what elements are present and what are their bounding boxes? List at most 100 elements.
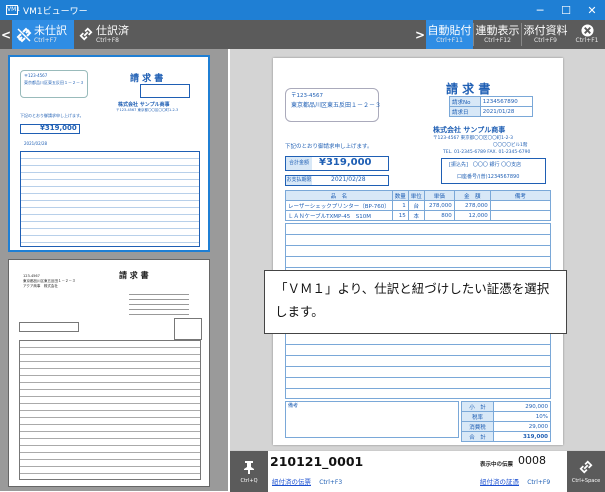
link-icon — [579, 460, 593, 473]
thumb-no-box — [140, 84, 190, 98]
title-bar: VM1 VM1ビューワー ─ ☐ ✕ — [0, 0, 605, 20]
item-remarks — [489, 200, 552, 211]
sender-tel: TEL. 01-2345-6789 FAX. 01-2345-6790 — [443, 150, 531, 155]
invoice-message: 下記のとおり御請求申し上げます。 — [285, 144, 373, 150]
minimize-button[interactable]: ─ — [527, 0, 553, 20]
auto-attach-label: 自動貼付 — [427, 23, 472, 37]
linked-view-shortcut: Ctrl+F12 — [484, 36, 511, 44]
due-date-value: 2021/02/28 — [331, 176, 366, 183]
thumb-postal: 〒123-4567 — [24, 73, 48, 78]
document-id: 210121_0001 — [270, 454, 364, 469]
recipient-address: 東京都品川区東五反田１－２－３ — [291, 102, 382, 109]
subtotal-value: 290,000 — [493, 401, 551, 412]
attachments-button[interactable]: 添付資料 Ctrl+F9 — [522, 20, 569, 49]
item-unit: 台 — [407, 200, 425, 211]
preview-pane: 〒123-4567 東京都品川区東五反田１－２－３ 請 求 書 請求No 123… — [230, 49, 605, 450]
thumb2-postal: 123-4567 — [23, 274, 40, 278]
current-voucher-value: 0008 — [518, 454, 546, 467]
attachments-label: 添付資料 — [523, 23, 568, 37]
journaled-button[interactable]: 仕訳済 Ctrl+F8 — [74, 20, 136, 49]
item-name: レーザーシェックプリンター（BP-760） — [285, 200, 393, 211]
taxrate-label: 税率 — [461, 411, 494, 422]
thumb2-total-box — [19, 322, 79, 332]
thumb-address: 東京都品川区東五反田１－２－３ — [24, 80, 84, 85]
item-name: ＬＡＮケーブルTXMP-45 S10M — [285, 210, 393, 221]
subtotal-label: 小 計 — [461, 401, 494, 412]
grand-total-label: 合 計 — [461, 431, 494, 442]
item-qty: 1 — [391, 200, 409, 211]
toolbar: < 未仕訳 Ctrl+F7 仕訳済 Ctrl+F8 > 自動貼付 Ctrl+F1… — [0, 20, 605, 49]
linked-voucher-link[interactable]: 紐付済の伝票 Ctrl+F3 — [272, 476, 342, 487]
thumbnail-pane: 〒123-4567 東京都品川区東五反田１－２－３ 請 求 書 株式会社 サンプ… — [0, 49, 228, 491]
total-amount-value: ¥319,000 — [319, 157, 372, 168]
header-remarks: 備考 — [489, 190, 552, 201]
item-amount: 278,000 — [453, 200, 491, 211]
unjournaled-button[interactable]: 未仕訳 Ctrl+F7 — [12, 20, 74, 49]
thumb-items-table — [20, 151, 200, 247]
linked-view-button[interactable]: 連動表示 Ctrl+F12 — [474, 20, 521, 49]
postal-code: 〒123-4567 — [291, 93, 323, 99]
pin-shortcut: Ctrl+Q — [240, 477, 258, 484]
unlink-icon — [16, 27, 32, 43]
journaled-shortcut: Ctrl+F8 — [96, 36, 119, 44]
item-price: 800 — [423, 210, 455, 221]
linked-document-link[interactable]: 紐付済の証憑 Ctrl+F9 — [480, 476, 550, 487]
next-button[interactable]: > — [414, 20, 426, 49]
sender-address: 〒123-4567 東京都〇〇区〇〇町1-2-3 — [433, 136, 513, 141]
thumb2-items-table — [19, 340, 201, 480]
prev-button[interactable]: < — [0, 20, 12, 49]
total-amount-label: 合計金額 — [286, 157, 312, 170]
thumbnail-invoice-1[interactable]: 〒123-4567 東京都品川区東五反田１－２－３ 請 求 書 株式会社 サンプ… — [8, 55, 210, 252]
invoice-no-label: 請求No — [449, 96, 481, 107]
linked-document-label[interactable]: 紐付済の証憑 — [480, 478, 519, 486]
auto-attach-shortcut: Ctrl+F11 — [436, 36, 463, 44]
header-item: 品 名 — [285, 190, 393, 201]
pin-button[interactable]: Ctrl+Q — [230, 451, 268, 492]
header-price: 単価 — [423, 190, 455, 201]
invoice-title: 請 求 書 — [446, 82, 491, 96]
thumb-due: 2021/02/28 — [24, 141, 48, 146]
attachments-shortcut: Ctrl+F9 — [534, 36, 557, 44]
taxrate-value: 10% — [493, 411, 551, 422]
invoice-date-label: 請求日 — [449, 106, 481, 117]
link-button[interactable]: Ctrl+Space — [567, 451, 605, 492]
taxrate-row: 税率 10% — [461, 411, 551, 422]
invoice-no-row: 請求No 1234567890 — [449, 96, 534, 107]
invoice-date-row: 請求日 2021/01/28 — [449, 106, 534, 117]
grand-total-row: 合 計 319,000 — [461, 431, 551, 442]
maximize-button[interactable]: ☐ — [553, 0, 579, 20]
item-remarks — [489, 210, 552, 221]
window-close-button[interactable]: ✕ — [579, 0, 605, 20]
tax-row: 消費税 29,000 — [461, 421, 551, 432]
close-circle-icon — [580, 24, 594, 37]
pin-icon — [244, 460, 254, 474]
close-viewer-button[interactable]: Ctrl+F1 — [569, 20, 605, 49]
invoice-document[interactable]: 〒123-4567 東京都品川区東五反田１－２－３ 請 求 書 請求No 123… — [273, 58, 563, 445]
due-date-label: お支払期限 — [286, 176, 312, 185]
sender-building: 〇〇〇〇ビル1階 — [493, 143, 528, 148]
journaled-label: 仕訳済 — [96, 23, 129, 37]
remarks-box — [285, 401, 459, 438]
item-amount: 12,000 — [453, 210, 491, 221]
sender-company: 株式会社 サンプル商事 — [433, 126, 506, 134]
thumb-title: 請 求 書 — [130, 74, 164, 84]
link-shortcut: Ctrl+Space — [571, 477, 601, 484]
thumbnail-invoice-2[interactable]: 請 求 書 123-4567 東京都品川区東五反田１－２－３ アクア商事 株式会… — [8, 259, 210, 487]
instruction-callout: 「ＶＭ１」より、仕訳と紐づけしたい証憑を選択します。 — [264, 270, 567, 334]
item-price: 278,000 — [423, 200, 455, 211]
table-row: レーザーシェックプリンター（BP-760） 1 台 278,000 278,00… — [285, 200, 552, 211]
thumb2-company: アクア商事 株式会社 — [23, 284, 58, 288]
auto-attach-button[interactable]: 自動貼付 Ctrl+F11 — [426, 20, 473, 49]
summary-table: 小 計 290,000 税率 10% 消費税 29,000 合 計 319,00… — [461, 401, 551, 442]
linked-view-label: 連動表示 — [475, 23, 520, 37]
app-icon: VM1 — [6, 5, 21, 15]
items-header-row: 品 名 数量 単位 単価 金 額 備考 — [285, 190, 552, 201]
item-qty: 15 — [391, 210, 409, 221]
thumb-company: 株式会社 サンプル商事 — [118, 102, 170, 108]
linked-voucher-label[interactable]: 紐付済の伝票 — [272, 478, 311, 486]
unjournaled-label: 未仕訳 — [34, 23, 67, 37]
invoice-no-value: 1234567890 — [479, 96, 534, 107]
window-title: VM1ビューワー — [23, 6, 88, 17]
linked-document-shortcut: Ctrl+F9 — [527, 479, 551, 486]
tax-label: 消費税 — [461, 421, 494, 432]
